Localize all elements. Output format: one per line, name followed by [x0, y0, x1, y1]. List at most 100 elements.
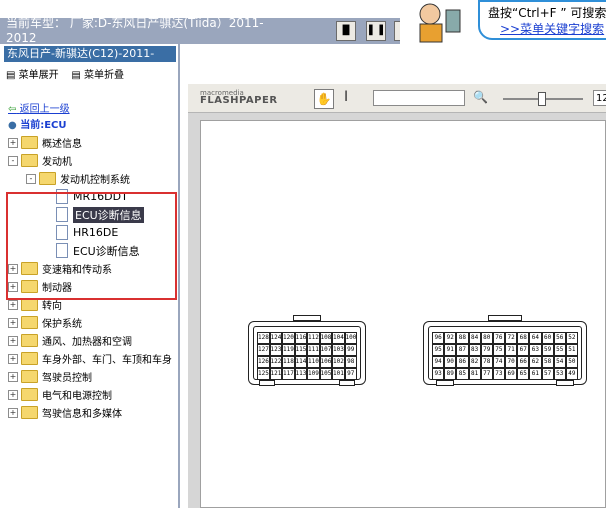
pin-cell: 105 [319, 368, 332, 380]
pin-cell: 86 [456, 356, 469, 368]
folder-icon [21, 316, 38, 329]
connector-latch [488, 315, 522, 321]
expand-menu-icon: ▤ [6, 70, 16, 81]
top-bar: 当前车型： 厂家:D-东风日产骐达(Tiida）2011-2012 ▐▌ ▌▐ … [0, 0, 606, 44]
pin-cell: 70 [505, 356, 518, 368]
expand-toggle-icon[interactable]: + [8, 299, 18, 310]
current-model-title: 当前车型： 厂家:D-东风日产骐达(Tiida）2011-2012 [6, 16, 264, 44]
pin-cell: 112 [307, 332, 320, 344]
connector-right: 96 92 88 84 80 76 72 68 64 60 56 52 95 91 87 83 79 75 71 67… [423, 315, 587, 386]
expand-toggle-icon[interactable]: + [8, 335, 18, 346]
pin-cell: 82 [468, 356, 481, 368]
pin-cell: 54 [553, 356, 566, 368]
pin-cell: 81 [468, 368, 481, 380]
expand-toggle-icon[interactable]: + [8, 317, 18, 328]
search-hint-text: 盘按“Ctrl+F ” 可搜索文 [488, 6, 606, 20]
current-location-label: 当前:ECU [20, 120, 67, 131]
pin-cell: 99 [344, 344, 357, 356]
pin-cell: 121 [269, 368, 282, 380]
sidebar: 东风日产-新骐达(C12)-2011- ▤ 菜单展开 ▤ 菜单折叠 ⇦ 返回上一… [0, 44, 180, 508]
tree-folder[interactable]: + 通风、加热器和空调 [8, 332, 132, 349]
search-icon[interactable]: 🔍 [473, 90, 488, 104]
expand-toggle-icon[interactable]: + [8, 353, 18, 364]
two-page-icon: ▌▐ [369, 26, 383, 36]
tree-folder[interactable]: - 发动机 [8, 152, 72, 169]
expand-toggle-icon[interactable]: + [8, 371, 18, 382]
collapse-menu-icon: ▤ [71, 70, 81, 81]
tree-folder[interactable]: + 驾驶员控制 [8, 368, 92, 385]
tree-folder[interactable]: + 概述信息 [8, 134, 82, 151]
collapse-toggle-icon[interactable]: - [26, 173, 36, 184]
pin-cell: 72 [505, 332, 518, 344]
tree-item-label: 驾驶员控制 [42, 373, 92, 384]
text-select-icon[interactable]: I [344, 89, 348, 105]
pin-cell: 62 [529, 356, 542, 368]
pin-cell: 119 [282, 344, 295, 356]
pin-cell: 109 [307, 368, 320, 380]
tree-folder[interactable]: - 发动机控制系统 [26, 170, 130, 187]
pin-cell: 98 [344, 356, 357, 368]
pin-cell: 113 [294, 368, 307, 380]
pin-cell: 64 [529, 332, 542, 344]
pin-cell: 106 [319, 356, 332, 368]
pin-cell: 87 [456, 344, 469, 356]
pin-cell: 56 [553, 332, 566, 344]
pin-cell: 59 [541, 344, 554, 356]
document-viewer: macromedia FLASHPAPER ✋ I 🔍 12 128 124 120… [188, 84, 606, 508]
collapse-menu-button[interactable]: 菜单折叠 [84, 70, 124, 81]
connector-latch [293, 315, 321, 321]
flashpaper-logo: macromedia FLASHPAPER [200, 89, 278, 106]
tree-folder[interactable]: + 驾驶信息和多媒体 [8, 404, 122, 421]
expand-menu-button[interactable]: 菜单展开 [19, 70, 59, 81]
pin-cell: 108 [319, 332, 332, 344]
expand-toggle-icon[interactable]: + [8, 137, 18, 148]
two-page-button[interactable]: ▌▐ [366, 21, 386, 41]
expand-toggle-icon[interactable]: + [8, 389, 18, 400]
pin-cell: 83 [468, 344, 481, 356]
person-icon: ● [8, 120, 17, 131]
single-page-button[interactable]: ▐▌ [336, 21, 356, 41]
back-link[interactable]: ⇦ 返回上一级 [8, 100, 70, 115]
pin-cell: 68 [517, 332, 530, 344]
tree-item-label: 驾驶信息和多媒体 [42, 409, 122, 420]
pin-cell: 90 [444, 356, 457, 368]
tree-item-label: 概述信息 [42, 139, 82, 150]
folder-icon [21, 388, 38, 401]
connector-foot [556, 380, 574, 386]
find-input[interactable] [373, 90, 465, 106]
pin-cell: 57 [541, 368, 554, 380]
pin-cell: 91 [444, 344, 457, 356]
pin-cell: 125 [257, 368, 270, 380]
pin-cell: 69 [505, 368, 518, 380]
pin-cell: 50 [565, 356, 578, 368]
menu-toggle-row: ▤ 菜单展开 ▤ 菜单折叠 [6, 66, 124, 81]
pin-cell: 116 [294, 332, 307, 344]
pin-cell: 110 [307, 356, 320, 368]
pin-cell: 51 [565, 344, 578, 356]
menu-keyword-search-link[interactable]: >>菜单关键字搜索 [500, 20, 604, 37]
pin-cell: 124 [269, 332, 282, 344]
tree-folder[interactable]: + 车身外部、车门、车顶和车身 [8, 350, 172, 367]
pin-cell: 94 [432, 356, 445, 368]
tree-item-label: 发动机 [42, 157, 72, 168]
model-bar: 东风日产-新骐达(C12)-2011- [4, 46, 176, 62]
tree-item-label: 发动机控制系统 [60, 175, 130, 186]
search-hint-box: 盘按“Ctrl+F ” 可搜索文 >>菜单关键字搜索 [478, 0, 606, 40]
pin-cell: 60 [541, 332, 554, 344]
zoom-slider-knob[interactable] [538, 92, 546, 106]
expand-toggle-icon[interactable]: + [8, 407, 18, 418]
pin-cell: 96 [432, 332, 445, 344]
collapse-toggle-icon[interactable]: - [8, 155, 18, 166]
pin-cell: 71 [505, 344, 518, 356]
hand-tool-icon[interactable]: ✋ [314, 89, 334, 109]
tree-folder[interactable]: + 电气和电源控制 [8, 386, 112, 403]
tree-folder[interactable]: + 保护系统 [8, 314, 82, 331]
pin-cell: 120 [282, 332, 295, 344]
pin-cell: 122 [269, 356, 282, 368]
pin-cell: 102 [332, 356, 345, 368]
document-page: 128 124 120 116 112 108 104 100 127 123 119 115 111 1… [200, 120, 606, 508]
zoom-field[interactable]: 12 [593, 90, 606, 106]
folder-icon [21, 136, 38, 149]
folder-icon [21, 352, 38, 365]
pin-cell: 118 [282, 356, 295, 368]
